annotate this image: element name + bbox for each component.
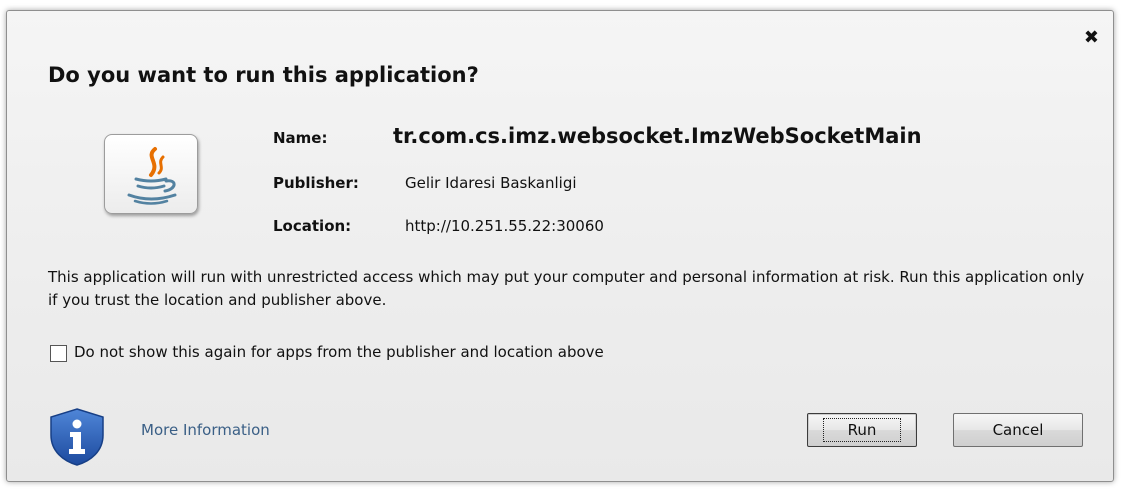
dont-show-again-checkbox[interactable] xyxy=(50,345,67,362)
java-icon xyxy=(104,134,198,214)
close-icon[interactable]: ✖ xyxy=(1084,29,1099,47)
shield-info-icon xyxy=(47,407,107,471)
app-name-value: tr.com.cs.imz.websocket.ImzWebSocketMain xyxy=(393,124,922,148)
location-label: Location: xyxy=(273,217,352,235)
dont-show-again-label[interactable]: Do not show this again for apps from the… xyxy=(74,343,604,361)
risk-warning-text: This application will run with unrestric… xyxy=(48,268,1085,309)
run-button[interactable]: Run xyxy=(807,413,917,447)
location-value: http://10.251.55.22:30060 xyxy=(405,217,604,235)
security-dialog: ✖ Do you want to run this application? N… xyxy=(6,10,1114,482)
more-information-link[interactable]: More Information xyxy=(141,421,270,439)
dialog-title: Do you want to run this application? xyxy=(48,63,479,87)
name-label: Name: xyxy=(273,129,328,147)
publisher-label: Publisher: xyxy=(273,174,359,192)
cancel-button[interactable]: Cancel xyxy=(953,413,1083,447)
run-button-label: Run xyxy=(822,418,902,442)
publisher-value: Gelir Idaresi Baskanligi xyxy=(405,174,577,192)
